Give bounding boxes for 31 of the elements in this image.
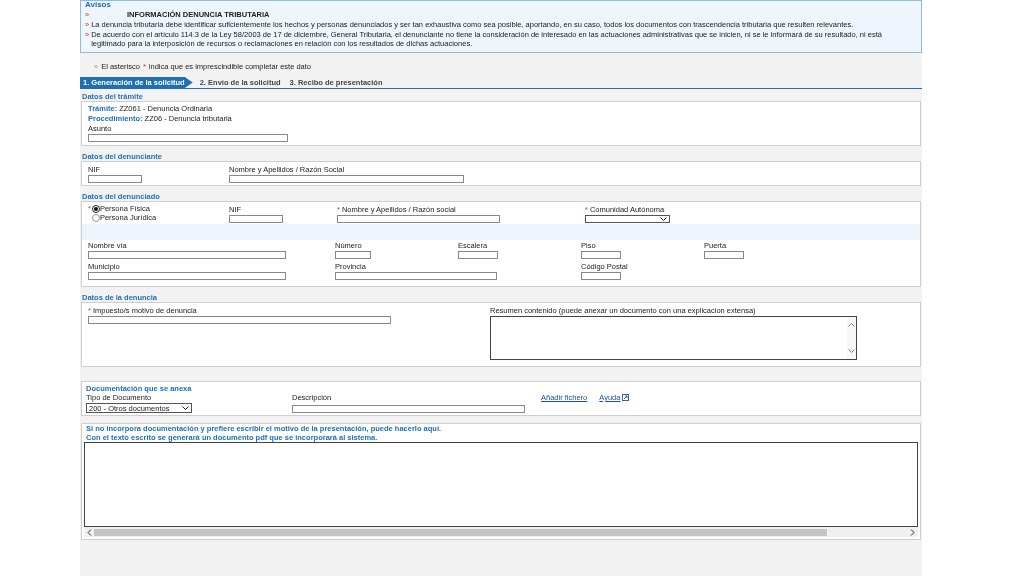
text-field[interactable]: [704, 251, 744, 259]
subject-field[interactable]: [88, 134, 288, 142]
chevron-left-icon[interactable]: [87, 528, 92, 536]
text-field[interactable]: [88, 251, 286, 259]
text-field[interactable]: [88, 272, 286, 280]
chevron-right-icon[interactable]: [910, 528, 915, 536]
radio-button[interactable]: [91, 213, 100, 222]
text-field[interactable]: [335, 272, 497, 280]
notice-title: Avisos: [85, 1, 112, 9]
text-field[interactable]: [581, 251, 621, 259]
chevron-down-icon: [182, 406, 189, 410]
description-field[interactable]: [292, 405, 525, 413]
horizontal-scrollbar[interactable]: [84, 527, 918, 537]
dropdown[interactable]: [585, 215, 670, 223]
scrollbar[interactable]: [847, 317, 856, 359]
scrollbar-thumb[interactable]: [94, 528, 827, 536]
free-text-area[interactable]: [84, 442, 918, 527]
text-field[interactable]: [88, 175, 142, 183]
text-field[interactable]: [229, 175, 464, 183]
text-field[interactable]: [335, 251, 371, 259]
chevron-down-icon[interactable]: [848, 349, 855, 353]
text-field[interactable]: [458, 251, 498, 259]
chevron-down-icon: [660, 217, 667, 221]
summary-textarea[interactable]: [490, 316, 857, 360]
text-field[interactable]: [337, 215, 500, 223]
text-field[interactable]: [229, 215, 283, 223]
radio-button[interactable]: [91, 204, 100, 213]
external-link-icon: [622, 394, 630, 401]
text-field[interactable]: [88, 316, 391, 324]
chevron-up-icon[interactable]: [848, 323, 855, 327]
text-field[interactable]: [581, 272, 621, 280]
